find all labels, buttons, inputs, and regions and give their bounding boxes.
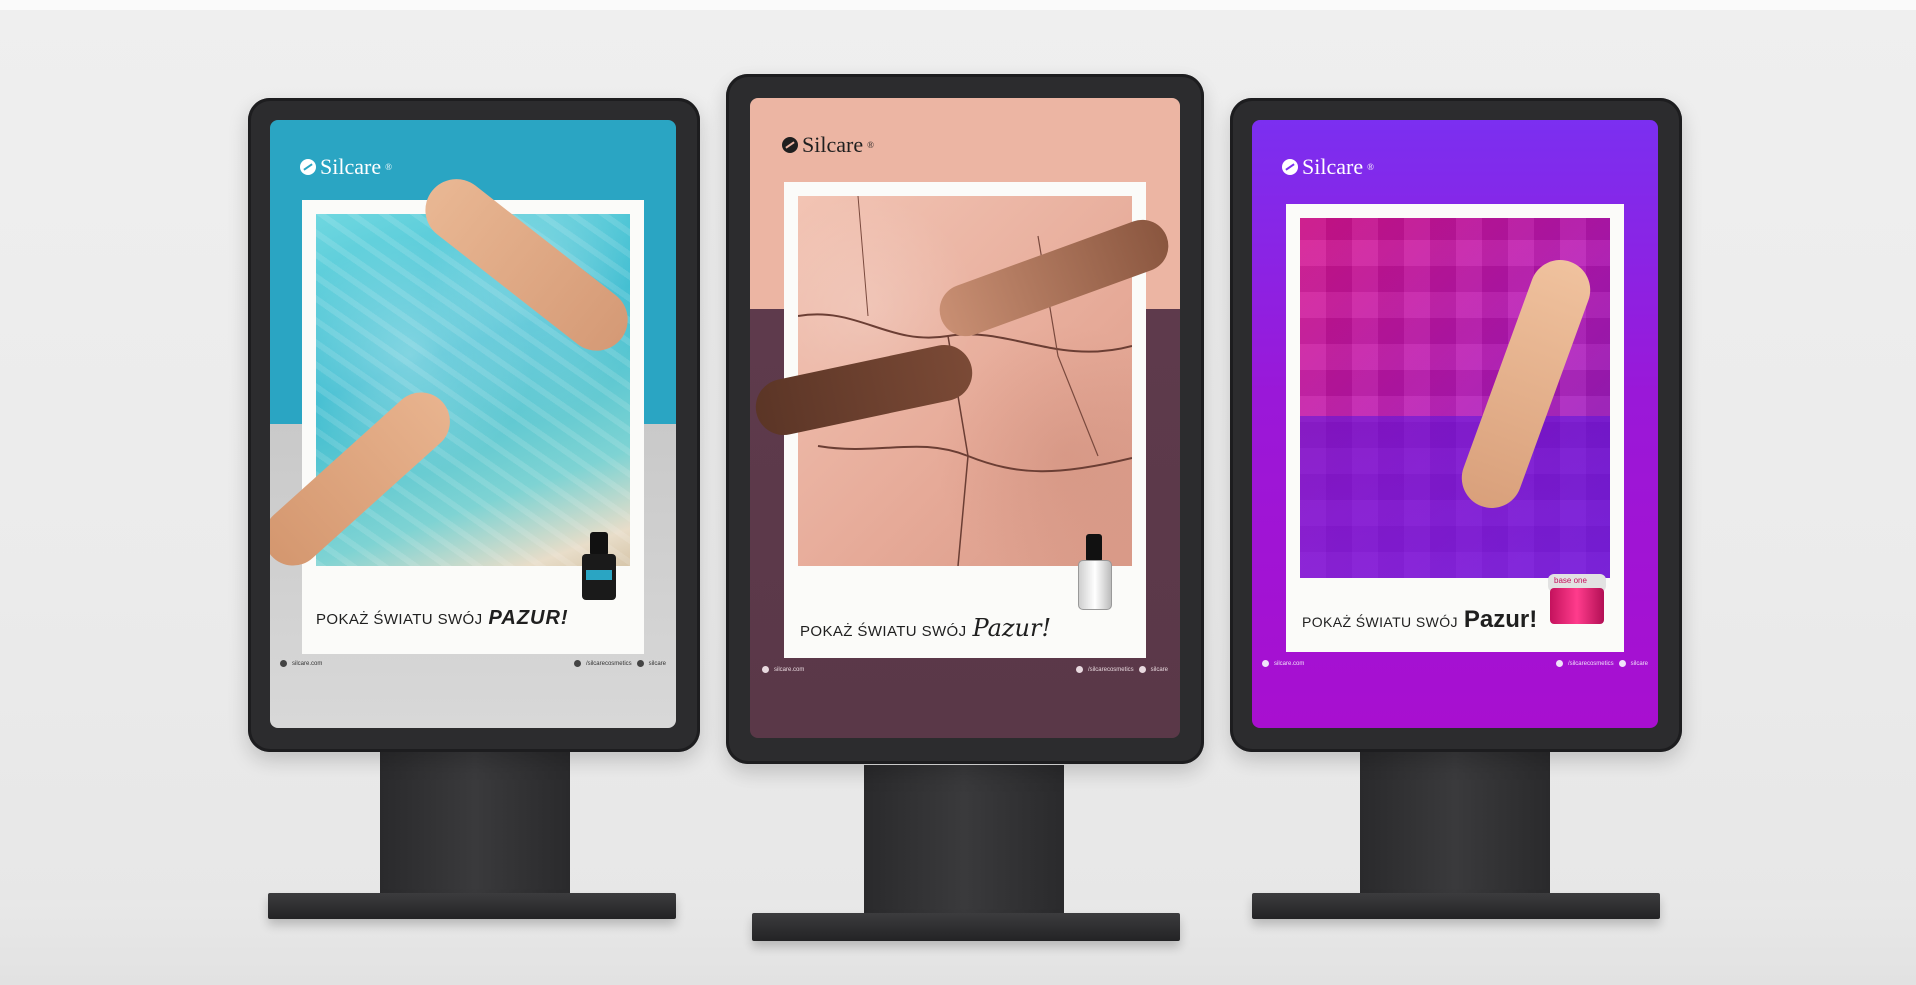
stand-post <box>380 745 570 895</box>
facebook-icon <box>573 660 581 667</box>
silcare-logo: Silcare ® <box>1282 154 1374 180</box>
tagline-text: POKAŻ ŚWIATU SWÓJ <box>1302 614 1458 630</box>
footer-facebook: /silcarecosmetics <box>1567 660 1614 667</box>
tagline-text: POKAŻ ŚWIATU SWÓJ <box>316 611 483 628</box>
footer-instagram: silcare <box>1150 666 1168 673</box>
poster-left: Silcare ® POKAŻ ŚWIATU SWÓJ PAZUR! silcar… <box>270 120 676 728</box>
tagline-accent: Pazur! <box>1463 606 1538 633</box>
poster-footer: silcare.com /silcarecosmetics silcare <box>762 666 1168 673</box>
footer-website: silcare.com <box>292 660 323 667</box>
tagline: POKAŻ ŚWIATU SWÓJ Pazur! <box>1302 606 1537 634</box>
silcare-logo-icon <box>762 666 769 673</box>
brand-name: Silcare <box>320 154 382 179</box>
instagram-icon <box>1618 660 1626 667</box>
silcare-logo-icon <box>300 159 316 175</box>
nail-polish-bottle-icon <box>582 532 616 602</box>
silcare-logo-icon <box>782 137 798 153</box>
brand-name: Silcare <box>802 132 864 157</box>
tagline: POKAŻ ŚWIATU SWÓJ PAZUR! <box>316 607 569 630</box>
tagline-accent: Pazur! <box>972 614 1052 642</box>
facebook-icon <box>1555 660 1563 667</box>
silcare-logo-icon <box>1262 660 1269 667</box>
gel-jar-icon: base one <box>1548 574 1606 626</box>
silcare-logo-icon <box>1282 159 1298 175</box>
product-label: base one <box>1554 576 1587 585</box>
poster-card: POKAŻ ŚWIATU SWÓJ PAZUR! <box>270 166 644 654</box>
facebook-icon <box>1075 666 1083 673</box>
top-border <box>0 0 1916 10</box>
footer-facebook: /silcarecosmetics <box>585 660 632 667</box>
tagline: POKAŻ ŚWIATU SWÓJ Pazur! <box>800 614 1051 642</box>
registered-mark: ® <box>867 140 874 150</box>
poster-card: POKAŻ ŚWIATU SWÓJ Pazur! <box>750 182 1176 658</box>
tagline-text: POKAŻ ŚWIATU SWÓJ <box>800 623 967 640</box>
water-photo <box>316 214 630 566</box>
stand-post <box>864 765 1064 915</box>
silcare-logo: Silcare ® <box>782 132 874 158</box>
poster-footer: silcare.com /silcarecosmetics silcare <box>1262 660 1648 667</box>
tagline-accent: PAZUR! <box>488 607 569 629</box>
nail-polish-bottle-icon <box>1076 534 1112 610</box>
registered-mark: ® <box>1367 162 1374 172</box>
footer-instagram: silcare <box>1630 660 1648 667</box>
poster-center: Silcare ® POKAŻ ŚWIATU SWÓJ Pazur! silca… <box>750 98 1180 738</box>
instagram-icon <box>636 660 644 667</box>
footer-website: silcare.com <box>774 666 805 673</box>
stand-post <box>1360 745 1550 895</box>
footer-facebook: /silcarecosmetics <box>1087 666 1134 673</box>
registered-mark: ® <box>385 162 392 172</box>
footer-website: silcare.com <box>1274 660 1305 667</box>
poster-card: base one POKAŻ ŚWIATU SWÓJ Pazur! <box>1286 204 1624 652</box>
poster-footer: silcare.com /silcarecosmetics silcare <box>280 660 666 667</box>
stand-base <box>268 893 676 919</box>
footer-instagram: silcare <box>648 660 666 667</box>
silcare-logo-icon <box>280 660 287 667</box>
poster-right: Silcare ® base one POKAŻ ŚWIATU SWÓJ Pazu… <box>1252 120 1658 728</box>
silcare-logo: Silcare ® <box>300 154 392 180</box>
stand-base <box>752 913 1180 941</box>
instagram-icon <box>1138 666 1146 673</box>
stand-base <box>1252 893 1660 919</box>
brand-name: Silcare <box>1302 154 1364 179</box>
